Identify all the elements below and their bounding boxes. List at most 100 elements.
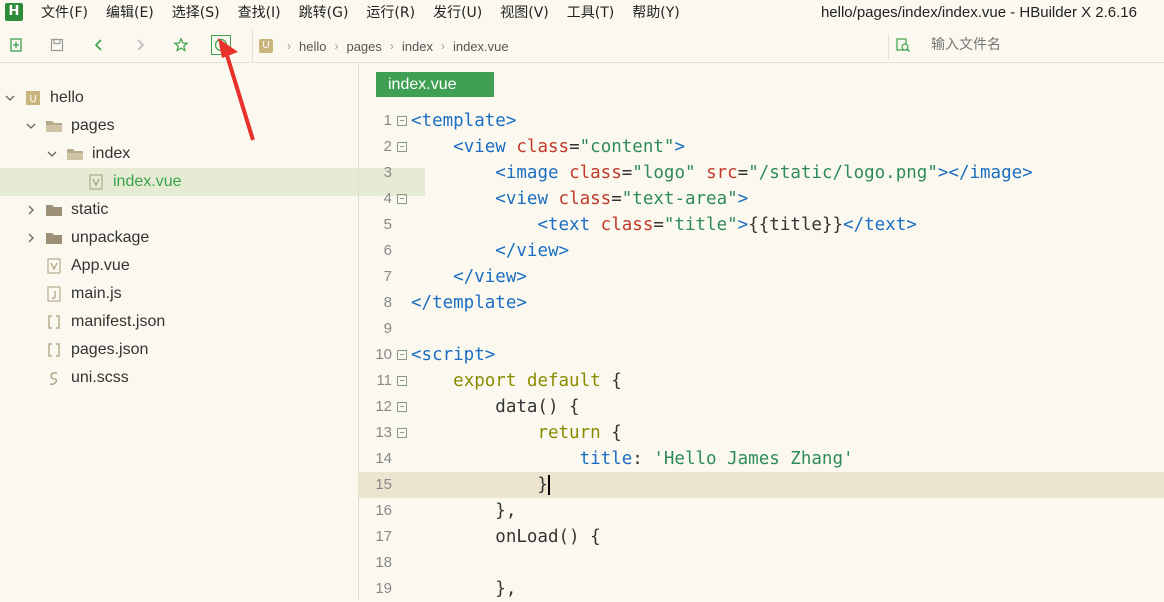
code-line[interactable]: 14 title: 'Hello James Zhang' <box>359 446 1164 472</box>
svg-text:U: U <box>29 94 36 105</box>
back-icon[interactable] <box>89 35 109 55</box>
code-text: </template> <box>411 293 527 313</box>
tree-item-label: uni.scss <box>71 369 129 386</box>
window-title: hello/pages/index/index.vue - HBuilder X… <box>820 4 1137 21</box>
code-line[interactable]: 6 </view> <box>359 238 1164 264</box>
breadcrumb-item[interactable]: hello <box>299 39 326 54</box>
code-text: data() { <box>411 397 580 417</box>
vue-file-icon <box>45 258 63 274</box>
line-number: 17 <box>375 528 392 545</box>
line-number: 1 <box>383 112 392 129</box>
fold-toggle-icon[interactable]: − <box>397 142 407 152</box>
new-file-icon[interactable] <box>6 35 26 55</box>
code-line[interactable]: 17 onLoad() { <box>359 524 1164 550</box>
code-line[interactable]: 9 <box>359 316 1164 342</box>
menu-item[interactable]: 跳转(G) <box>299 0 349 26</box>
code-line[interactable]: 10− <script> <box>359 342 1164 368</box>
fold-toggle-icon[interactable]: − <box>397 194 407 204</box>
js-file-icon <box>45 286 63 302</box>
fold-toggle-icon[interactable]: − <box>397 350 407 360</box>
tree-item[interactable]: manifest.json <box>0 308 383 336</box>
chevron-right-icon[interactable] <box>25 232 37 244</box>
code-text: <script> <box>411 345 496 365</box>
code-line[interactable]: 15 } <box>359 472 1164 498</box>
line-number: 19 <box>375 580 392 597</box>
menu-item[interactable]: 发行(U) <box>433 0 482 26</box>
fold-toggle-icon[interactable]: − <box>397 376 407 386</box>
file-search <box>888 34 1164 60</box>
menu-item[interactable]: 视图(V) <box>500 0 549 26</box>
tree-item[interactable]: Uhello <box>0 84 362 112</box>
forward-icon[interactable] <box>130 35 150 55</box>
chevron-right-icon: › <box>287 39 291 53</box>
menu-item[interactable]: 工具(T) <box>567 0 614 26</box>
star-icon[interactable] <box>171 35 191 55</box>
chevron-right-icon[interactable] <box>25 204 37 216</box>
line-number: 14 <box>375 450 392 467</box>
tree-item[interactable]: main.js <box>0 280 383 308</box>
code-line[interactable]: 3 <image class="logo" src="/static/logo.… <box>359 160 1164 186</box>
code-line[interactable]: 11− export default { <box>359 368 1164 394</box>
line-number: 2 <box>383 138 392 155</box>
file-search-input[interactable] <box>929 36 1153 54</box>
breadcrumb: U › hello › pages › index › index.vue <box>252 30 509 62</box>
menu-item[interactable]: 查找(I) <box>238 0 281 26</box>
line-number: 9 <box>383 320 392 337</box>
breadcrumb-item[interactable]: pages <box>346 39 381 54</box>
chevron-right-icon: › <box>334 39 339 53</box>
folder-icon <box>45 202 63 218</box>
code-line[interactable]: 18 <box>359 550 1164 576</box>
chevron-down-icon[interactable] <box>46 148 58 160</box>
tree-item[interactable]: unpackage <box>0 224 383 252</box>
menu-item[interactable]: 帮助(Y) <box>632 0 679 26</box>
tree-item[interactable]: uni.scss <box>0 364 383 392</box>
menu-item[interactable]: 运行(R) <box>366 0 415 26</box>
line-number: 8 <box>383 294 392 311</box>
code-text: <text class="title">{{title}}</text> <box>537 215 917 235</box>
tree-item[interactable]: index <box>0 140 404 168</box>
chevron-down-icon[interactable] <box>4 92 16 104</box>
line-number: 5 <box>383 216 392 233</box>
save-icon[interactable] <box>47 35 67 55</box>
menu-item[interactable]: 编辑(E) <box>106 0 154 26</box>
menu-item[interactable]: 选择(S) <box>172 0 220 26</box>
tree-item[interactable]: static <box>0 196 383 224</box>
code-text: }, <box>411 579 517 599</box>
code-editor[interactable]: 1− <template> 2− <view class="content"> 3 <… <box>359 108 1164 600</box>
breadcrumb-item[interactable]: index.vue <box>453 39 509 54</box>
code-text: </view> <box>453 267 527 287</box>
code-line[interactable]: 8 </template> <box>359 290 1164 316</box>
fold-toggle-icon[interactable]: − <box>397 402 407 412</box>
code-line[interactable]: 16 }, <box>359 498 1164 524</box>
code-line[interactable]: 1− <template> <box>359 108 1164 134</box>
file-search-icon[interactable] <box>893 35 913 55</box>
menu-item[interactable]: 文件(F) <box>41 0 88 26</box>
code-line[interactable]: 2− <view class="content"> <box>359 134 1164 160</box>
tree-item[interactable]: App.vue <box>0 252 383 280</box>
tab-index-vue[interactable]: index.vue <box>376 72 494 97</box>
tree-item[interactable]: pages.json <box>0 336 383 364</box>
code-line[interactable]: 12− data() { <box>359 394 1164 420</box>
code-line[interactable]: 7 </view> <box>359 264 1164 290</box>
line-number: 16 <box>375 502 392 519</box>
fold-toggle-icon[interactable]: − <box>397 428 407 438</box>
code-line[interactable]: 5 <text class="title">{{title}}</text> <box>359 212 1164 238</box>
line-number: 18 <box>375 554 392 571</box>
chevron-right-icon: › <box>389 39 394 53</box>
chevron-down-icon[interactable] <box>25 120 37 132</box>
line-number: 13 <box>375 424 392 441</box>
breadcrumb-item[interactable]: index <box>402 39 433 54</box>
code-text: <template> <box>411 111 517 131</box>
fold-toggle-icon[interactable]: − <box>397 116 407 126</box>
code-text: <view class="content"> <box>453 137 685 157</box>
tree-item[interactable]: pages <box>0 112 383 140</box>
chevron-right-icon: › <box>440 39 445 53</box>
code-line[interactable]: 13− return { <box>359 420 1164 446</box>
menu-list: 文件(F) 编辑(E) 选择(S) 查找(I) 跳转(G) 运行(R) 发行(U) 视图(V)… <box>41 0 698 26</box>
menu-bar: H 文件(F) 编辑(E) 选择(S) 查找(I) 跳转(G) 运行(R) 发行(U) 视图(… <box>0 0 1164 26</box>
code-line[interactable]: 19 }, <box>359 576 1164 602</box>
code-line[interactable]: 4− <view class="text-area"> <box>359 186 1164 212</box>
